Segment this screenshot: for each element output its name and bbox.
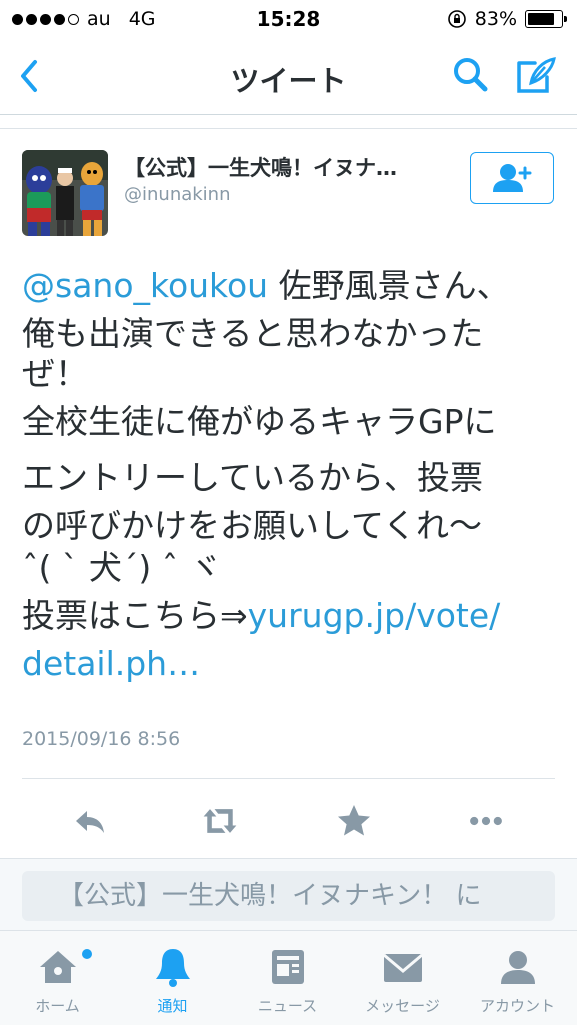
home-icon <box>40 951 76 983</box>
search-icon[interactable] <box>450 55 490 95</box>
retweet-icon[interactable] <box>200 801 240 841</box>
reply-icon[interactable] <box>70 801 110 841</box>
tweet-text: @sano_koukou 佐野風景さん、 俺も出演できると思わなかった ぜ！ 全… <box>22 262 557 688</box>
battery-icon <box>525 10 567 28</box>
url-link-continued[interactable]: detail.ph… <box>22 644 200 683</box>
avatar[interactable] <box>22 150 108 236</box>
url-link[interactable]: yurugp.jp/vote/ <box>248 596 501 635</box>
tweet-line-5: エントリーしているから、投票 <box>22 458 484 497</box>
favorite-icon[interactable] <box>334 801 374 841</box>
new-content-indicator <box>82 949 92 959</box>
tab-label-notifications: 通知 <box>157 997 188 1015</box>
navigation-bar: ツイート <box>0 38 577 115</box>
page-title: ツイート <box>230 64 347 98</box>
compose-icon[interactable] <box>515 55 557 95</box>
tab-messages[interactable]: メッセージ <box>345 931 460 1025</box>
account-icon <box>501 951 535 984</box>
tab-label-messages: メッセージ <box>365 997 440 1015</box>
mention-link[interactable]: @sano_koukou <box>22 266 268 305</box>
tweet-line-4: 全校生徒に俺がゆるキャラGPに <box>22 402 497 441</box>
more-icon[interactable] <box>466 801 506 841</box>
add-user-icon <box>492 163 531 192</box>
author-name[interactable]: 【公式】一生犬鳴！イヌナ… <box>124 152 397 182</box>
orientation-lock-icon <box>447 10 466 28</box>
battery-area: 83% <box>447 8 567 30</box>
tweet-line-6: の呼びかけをお願いしてくれ〜 <box>22 506 483 545</box>
tab-home[interactable]: ホーム <box>0 931 115 1025</box>
tweet-timestamp: 2015/09/16 8:56 <box>22 728 181 750</box>
tab-label-home: ホーム <box>35 997 80 1015</box>
status-bar: au 4G 15:28 83% <box>0 0 577 38</box>
tab-label-account: アカウント <box>479 997 555 1015</box>
tweet-line-1: 佐野風景さん、 <box>268 266 510 305</box>
follow-button[interactable] <box>470 152 554 204</box>
tweet-line-8: 投票はこちら⇒ <box>22 596 248 635</box>
battery-percent: 83% <box>474 8 517 30</box>
reply-bar: 【公式】一生犬鳴！イヌナキン！ に <box>0 858 577 931</box>
tweet-line-7: ˆ( ˋ 犬ˊ) ˆ ヾ <box>22 548 222 587</box>
tweet-author: 【公式】一生犬鳴！イヌナ… @inunakinn <box>0 130 577 240</box>
tab-notifications[interactable]: 通知 <box>115 931 230 1025</box>
news-icon <box>272 950 304 984</box>
divider <box>0 128 577 129</box>
tab-account[interactable]: アカウント <box>460 931 575 1025</box>
author-handle[interactable]: @inunakinn <box>124 184 231 205</box>
tab-news[interactable]: ニュース <box>230 931 345 1025</box>
tab-bar: ホーム 通知 ニュース メッセージ アカウント <box>0 930 577 1025</box>
tab-label-news: ニュース <box>257 997 318 1015</box>
reply-input[interactable]: 【公式】一生犬鳴！イヌナキン！ に <box>22 871 555 921</box>
tweet-line-2: 俺も出演できると思わなかった <box>22 314 484 353</box>
bell-icon <box>156 949 190 987</box>
tweet-actions <box>22 778 555 859</box>
envelope-icon <box>383 953 423 982</box>
